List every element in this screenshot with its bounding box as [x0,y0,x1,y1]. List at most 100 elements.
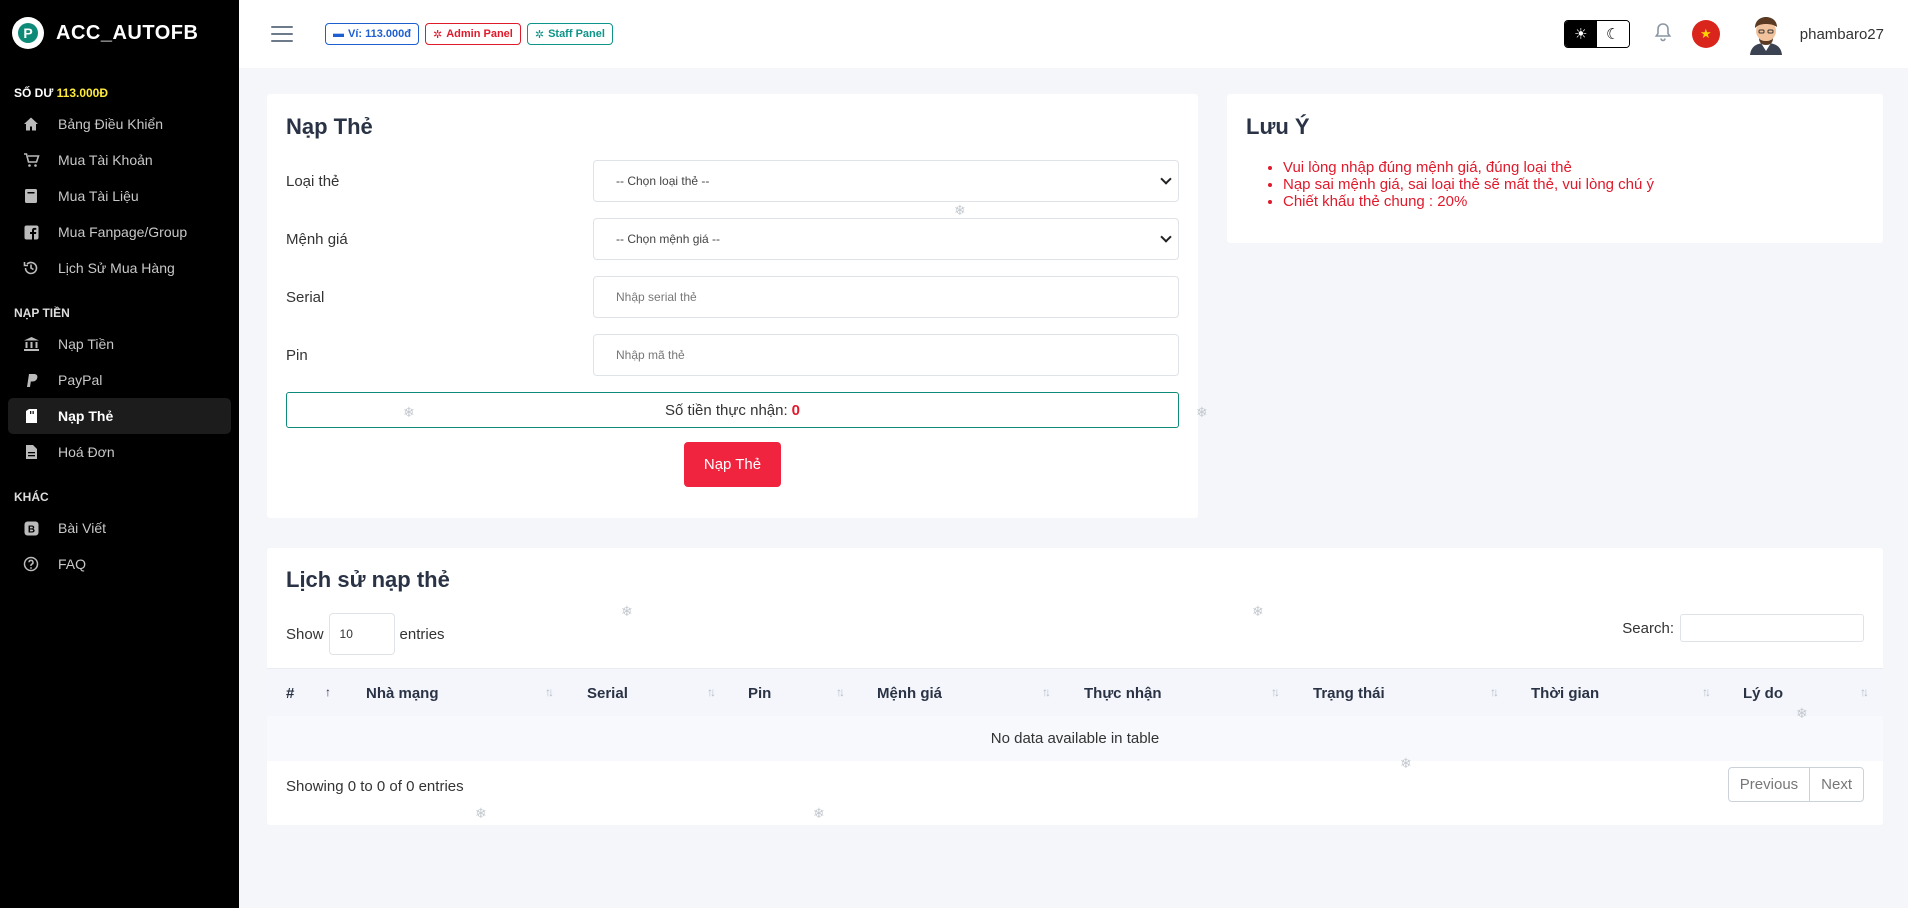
column-header-network[interactable]: Nhà mạng [366,669,439,717]
wallet-badge[interactable]: ▬ Ví: 113.000đ [325,23,419,45]
sidebar: P ACC_AUTOFB SỐ DƯ 113.000Đ Bảng Điều Kh… [0,0,239,908]
history-panel: Lịch sử nạp thẻ Show 10 entries Search: … [267,548,1883,825]
notes-list: Vui lòng nhập đúng mệnh giá, đúng loại t… [1283,159,1654,210]
sidebar-item-bang-dieu-khien[interactable]: Bảng Điều Khiển [8,106,231,142]
sort-icon[interactable]: ↑↓ [836,685,845,699]
sidebar-item-nap-tien[interactable]: Nạp Tiền [8,326,231,362]
next-page-button[interactable]: Next [1809,768,1863,801]
sidebar-item-bai-viet[interactable]: B Bài Viết [8,510,231,546]
sidebar-item-label: Bài Viết [58,520,106,536]
book-icon [22,187,40,205]
blog-icon: B [22,519,40,537]
sidebar-item-label: Hoá Đơn [58,444,115,460]
column-header-denomination[interactable]: Mệnh giá [877,669,942,717]
bell-icon[interactable] [1654,22,1672,47]
submit-recharge-button[interactable]: Nạp Thẻ [684,442,781,487]
username[interactable]: phambaro27 [1800,26,1884,43]
chevron-down-icon [1160,231,1172,243]
sidebar-item-nap-the[interactable]: Nạp Thẻ [8,398,231,434]
sidebar-item-label: Mua Fanpage/Group [58,224,188,240]
gear-icon: ✲ [433,28,443,41]
svg-text:B: B [27,524,34,535]
entries-length: Show 10 entries [286,613,445,655]
sidebar-nav: Bảng Điều Khiển Mua Tài Khoản Mua Tài Liệu… [0,106,239,582]
sidebar-item-mua-tai-khoan[interactable]: Mua Tài Khoản [8,142,231,178]
table-info: Showing 0 to 0 of 0 entries [286,778,464,795]
sidebar-item-mua-fanpage-group[interactable]: Mua Fanpage/Group [8,214,231,250]
column-header-status[interactable]: Trạng thái [1313,669,1385,717]
theme-toggle[interactable]: ☀ ☾ [1563,20,1630,48]
vietnam-flag-icon[interactable]: ★ [1691,20,1720,48]
sidebar-item-paypal[interactable]: PayPal [8,362,231,398]
card-type-label: Loại thẻ [286,172,340,190]
column-header-pin[interactable]: Pin [748,669,771,717]
snowflake-icon: ❄ [403,404,415,420]
pin-row: Pin Nhập mã thẻ [286,334,1179,376]
column-header-index[interactable]: # [286,669,294,717]
column-header-serial[interactable]: Serial [587,669,628,717]
menu-toggle-icon[interactable] [271,21,293,47]
balance-label: SỐ DƯ [14,86,54,100]
received-amount-box: Số tiền thực nhận: 0 [286,392,1179,428]
question-icon [22,555,40,573]
history-icon [22,259,40,277]
entries-select[interactable]: 10 [328,613,395,655]
snowflake-icon: ❄ [1400,755,1412,771]
sidebar-item-label: PayPal [58,372,103,388]
card-icon [22,407,40,425]
gear-icon: ✲ [534,28,545,41]
snowflake-icon: ❄ [1252,603,1264,619]
sort-icon[interactable]: ↑↓ [707,685,716,699]
previous-page-button[interactable]: Previous [1729,768,1809,801]
sidebar-item-label: Nạp Tiền [58,336,115,352]
sort-icon[interactable]: ↑↓ [1860,685,1869,699]
column-header-received[interactable]: Thực nhận [1084,669,1162,717]
moon-icon[interactable]: ☾ [1596,21,1629,47]
column-header-time[interactable]: Thời gian [1531,669,1599,717]
snowflake-icon: ❄ [813,805,825,821]
brand[interactable]: P ACC_AUTOFB [0,0,239,66]
pin-input[interactable]: Nhập mã thẻ [593,334,1179,376]
sidebar-item-label: Lịch Sử Mua Hàng [58,260,175,276]
note-item: Nạp sai mệnh giá, sai loại thẻ sẽ mất th… [1283,176,1654,193]
facebook-icon [22,223,40,241]
notes-title: Lưu Ý [1246,114,1310,139]
sidebar-item-mua-tai-lieu[interactable]: Mua Tài Liệu [8,178,231,214]
sort-icon[interactable]: ↑↓ [1490,685,1499,699]
recharge-title: Nạp Thẻ [286,114,373,139]
cart-icon [22,151,40,169]
sidebar-item-label: Mua Tài Khoản [58,152,153,168]
sidebar-item-label: FAQ [58,556,87,572]
card-type-select[interactable]: -- Chọn loại thẻ -- [593,160,1179,202]
denomination-row: Mệnh giá -- Chọn mệnh giá -- [286,218,1179,260]
wallet-icon: ▬ [333,28,344,40]
paypal-icon [22,371,40,389]
notes-panel: Lưu Ý Vui lòng nhập đúng mệnh giá, đúng … [1227,94,1883,243]
sidebar-item-label: Nạp Thẻ [58,408,114,424]
sidebar-item-faq[interactable]: FAQ [8,546,231,582]
note-item: Vui lòng nhập đúng mệnh giá, đúng loại t… [1283,159,1654,176]
staff-panel-button[interactable]: ✲ Staff Panel [526,23,613,45]
snowflake-icon: ❄ [1796,705,1808,721]
serial-input[interactable]: Nhập serial thẻ [593,276,1179,318]
avatar[interactable] [1746,13,1786,55]
sidebar-item-hoa-don[interactable]: Hoá Đơn [8,434,231,470]
sun-icon[interactable]: ☀ [1564,21,1597,47]
received-amount-value: 0 [791,401,800,419]
sort-icon[interactable]: ↑↓ [1042,685,1051,699]
sidebar-item-lich-su-mua-hang[interactable]: Lịch Sử Mua Hàng [8,250,231,286]
sort-icon[interactable]: ↑↓ [1702,685,1711,699]
snowflake-icon: ❄ [954,202,966,218]
column-header-reason[interactable]: Lý do [1743,669,1783,717]
table-header: # ↑ Nhà mạng ↑↓ Serial ↑↓ Pin ↑↓ Mệnh gi… [267,668,1883,716]
pagination: Previous Next [1727,767,1864,802]
bank-icon [22,335,40,353]
sort-asc-icon[interactable]: ↑ [325,685,331,699]
snowflake-icon: ❄ [621,603,633,619]
search-input[interactable] [1680,614,1864,642]
sort-icon[interactable]: ↑↓ [545,685,554,699]
recharge-card-panel: Nạp Thẻ Loại thẻ -- Chọn loại thẻ -- Mện… [267,94,1198,518]
denomination-select[interactable]: -- Chọn mệnh giá -- [593,218,1179,260]
admin-panel-button[interactable]: ✲ Admin Panel [425,23,521,45]
sort-icon[interactable]: ↑↓ [1271,685,1280,699]
